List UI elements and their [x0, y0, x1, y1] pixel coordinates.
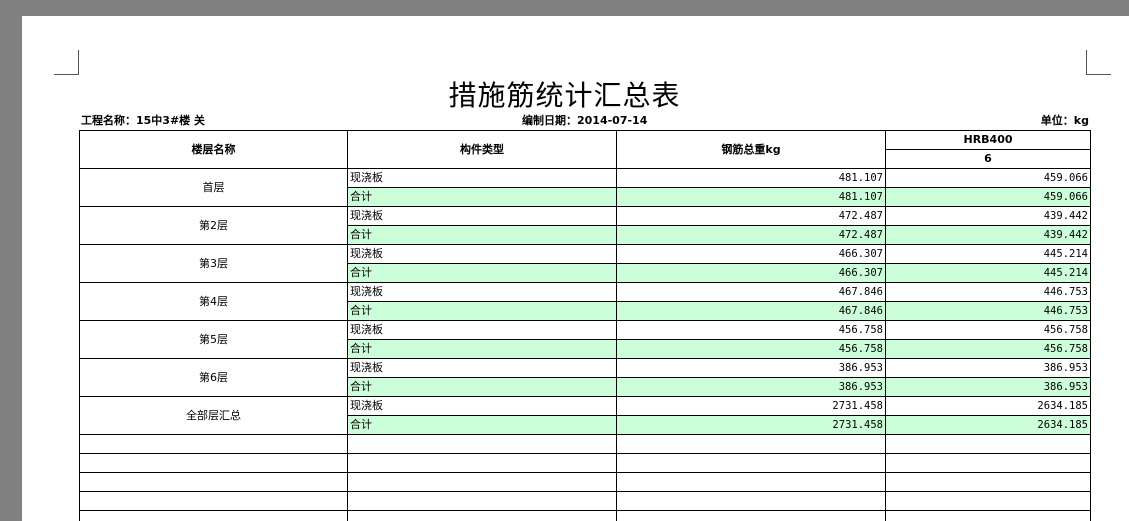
empty-cell — [616, 510, 886, 521]
empty-cell — [79, 510, 348, 521]
diameter-6-weight-cell: 456.758 — [885, 320, 1091, 340]
total-weight-cell: 472.487 — [616, 206, 886, 226]
diameter-6-weight-cell: 386.953 — [885, 377, 1091, 397]
component-type-cell: 合计 — [347, 377, 617, 397]
header-steel-grade: HRB400 — [885, 130, 1091, 150]
floor-name-cell: 首层 — [79, 168, 348, 207]
empty-row — [79, 491, 1091, 511]
total-weight-cell: 481.107 — [616, 168, 886, 188]
table-row: 第6层 现浇板 386.953 386.953 — [79, 358, 1091, 397]
project-name: 工程名称：15中3#楼 关 — [81, 114, 206, 127]
total-weight-cell: 467.846 — [616, 301, 886, 321]
header-component-type: 构件类型 — [347, 130, 617, 169]
header-floor: 楼层名称 — [79, 130, 348, 169]
header-diameter: 6 — [885, 149, 1091, 169]
empty-cell — [616, 472, 886, 492]
empty-cell — [79, 472, 348, 492]
diameter-6-weight-cell: 439.442 — [885, 225, 1091, 245]
diameter-6-weight-cell: 386.953 — [885, 358, 1091, 378]
empty-row — [79, 453, 1091, 473]
total-weight-cell: 2731.458 — [616, 396, 886, 416]
floor-name-cell: 第2层 — [79, 206, 348, 245]
header-total-weight: 钢筋总重kg — [616, 130, 886, 169]
empty-row — [79, 472, 1091, 492]
table-row: 第5层 现浇板 456.758 456.758 — [79, 320, 1091, 359]
document-page: 措施筋统计汇总表 工程名称：15中3#楼 关 编制日期：2014-07-14 单… — [22, 16, 1129, 521]
unit-label: 单位：kg — [1040, 114, 1089, 127]
empty-cell — [79, 491, 348, 511]
table-row: 第3层 现浇板 466.307 445.214 — [79, 244, 1091, 283]
component-type-cell: 合计 — [347, 415, 617, 435]
diameter-6-weight-cell: 459.066 — [885, 187, 1091, 207]
empty-cell — [347, 434, 617, 454]
total-weight-cell: 481.107 — [616, 187, 886, 207]
diameter-6-weight-cell: 446.753 — [885, 301, 1091, 321]
empty-row — [79, 434, 1091, 454]
empty-row — [79, 510, 1091, 521]
table-row: 首层 现浇板 481.107 459.066 — [79, 168, 1091, 207]
floor-name-cell: 第3层 — [79, 244, 348, 283]
component-type-cell: 合计 — [347, 339, 617, 359]
diameter-6-weight-cell: 445.214 — [885, 263, 1091, 283]
table-body: 首层 现浇板 481.107 459.066 合计 481.107 459.066 第2层 现浇… — [79, 168, 1091, 521]
total-weight-cell: 466.307 — [616, 244, 886, 264]
empty-cell — [885, 491, 1091, 511]
component-type-cell: 现浇板 — [347, 168, 617, 188]
component-type-cell: 合计 — [347, 225, 617, 245]
empty-cell — [347, 510, 617, 521]
diameter-6-weight-cell: 2634.185 — [885, 396, 1091, 416]
report-title: 措施筋统计汇总表 — [448, 79, 681, 112]
component-type-cell: 合计 — [347, 187, 617, 207]
total-weight-cell: 456.758 — [616, 320, 886, 340]
component-type-cell: 现浇板 — [347, 396, 617, 416]
diameter-6-weight-cell: 445.214 — [885, 244, 1091, 264]
total-weight-cell: 467.846 — [616, 282, 886, 302]
summary-table: 楼层名称 构件类型 钢筋总重kg HRB400 6 首层 现浇板 481.107 45… — [79, 130, 1091, 521]
empty-cell — [79, 453, 348, 473]
floor-name-cell: 第5层 — [79, 320, 348, 359]
total-weight-cell: 466.307 — [616, 263, 886, 283]
empty-cell — [885, 510, 1091, 521]
total-weight-cell: 2731.458 — [616, 415, 886, 435]
table-row: 全部层汇总 现浇板 2731.458 2634.185 — [79, 396, 1091, 435]
diameter-6-weight-cell: 456.758 — [885, 339, 1091, 359]
empty-cell — [616, 491, 886, 511]
total-weight-cell: 472.487 — [616, 225, 886, 245]
total-weight-cell: 386.953 — [616, 358, 886, 378]
component-type-cell: 合计 — [347, 301, 617, 321]
crop-mark-top-left — [54, 50, 79, 75]
component-type-cell: 现浇板 — [347, 282, 617, 302]
empty-cell — [347, 453, 617, 473]
empty-cell — [616, 434, 886, 454]
crop-mark-top-right — [1086, 50, 1111, 75]
compile-date: 编制日期：2014-07-14 — [522, 114, 648, 127]
empty-cell — [885, 472, 1091, 492]
diameter-6-weight-cell: 459.066 — [885, 168, 1091, 188]
empty-cell — [616, 453, 886, 473]
component-type-cell: 现浇板 — [347, 320, 617, 340]
empty-cell — [79, 434, 348, 454]
floor-name-cell: 全部层汇总 — [79, 396, 348, 435]
empty-cell — [885, 453, 1091, 473]
total-weight-cell: 456.758 — [616, 339, 886, 359]
component-type-cell: 现浇板 — [347, 206, 617, 226]
table-row: 第2层 现浇板 472.487 439.442 — [79, 206, 1091, 245]
empty-cell — [347, 491, 617, 511]
floor-name-cell: 第6层 — [79, 358, 348, 397]
empty-cell — [885, 434, 1091, 454]
empty-cell — [347, 472, 617, 492]
diameter-6-weight-cell: 2634.185 — [885, 415, 1091, 435]
table-row: 第4层 现浇板 467.846 446.753 — [79, 282, 1091, 321]
floor-name-cell: 第4层 — [79, 282, 348, 321]
component-type-cell: 现浇板 — [347, 358, 617, 378]
total-weight-cell: 386.953 — [616, 377, 886, 397]
diameter-6-weight-cell: 439.442 — [885, 206, 1091, 226]
component-type-cell: 现浇板 — [347, 244, 617, 264]
component-type-cell: 合计 — [347, 263, 617, 283]
diameter-6-weight-cell: 446.753 — [885, 282, 1091, 302]
